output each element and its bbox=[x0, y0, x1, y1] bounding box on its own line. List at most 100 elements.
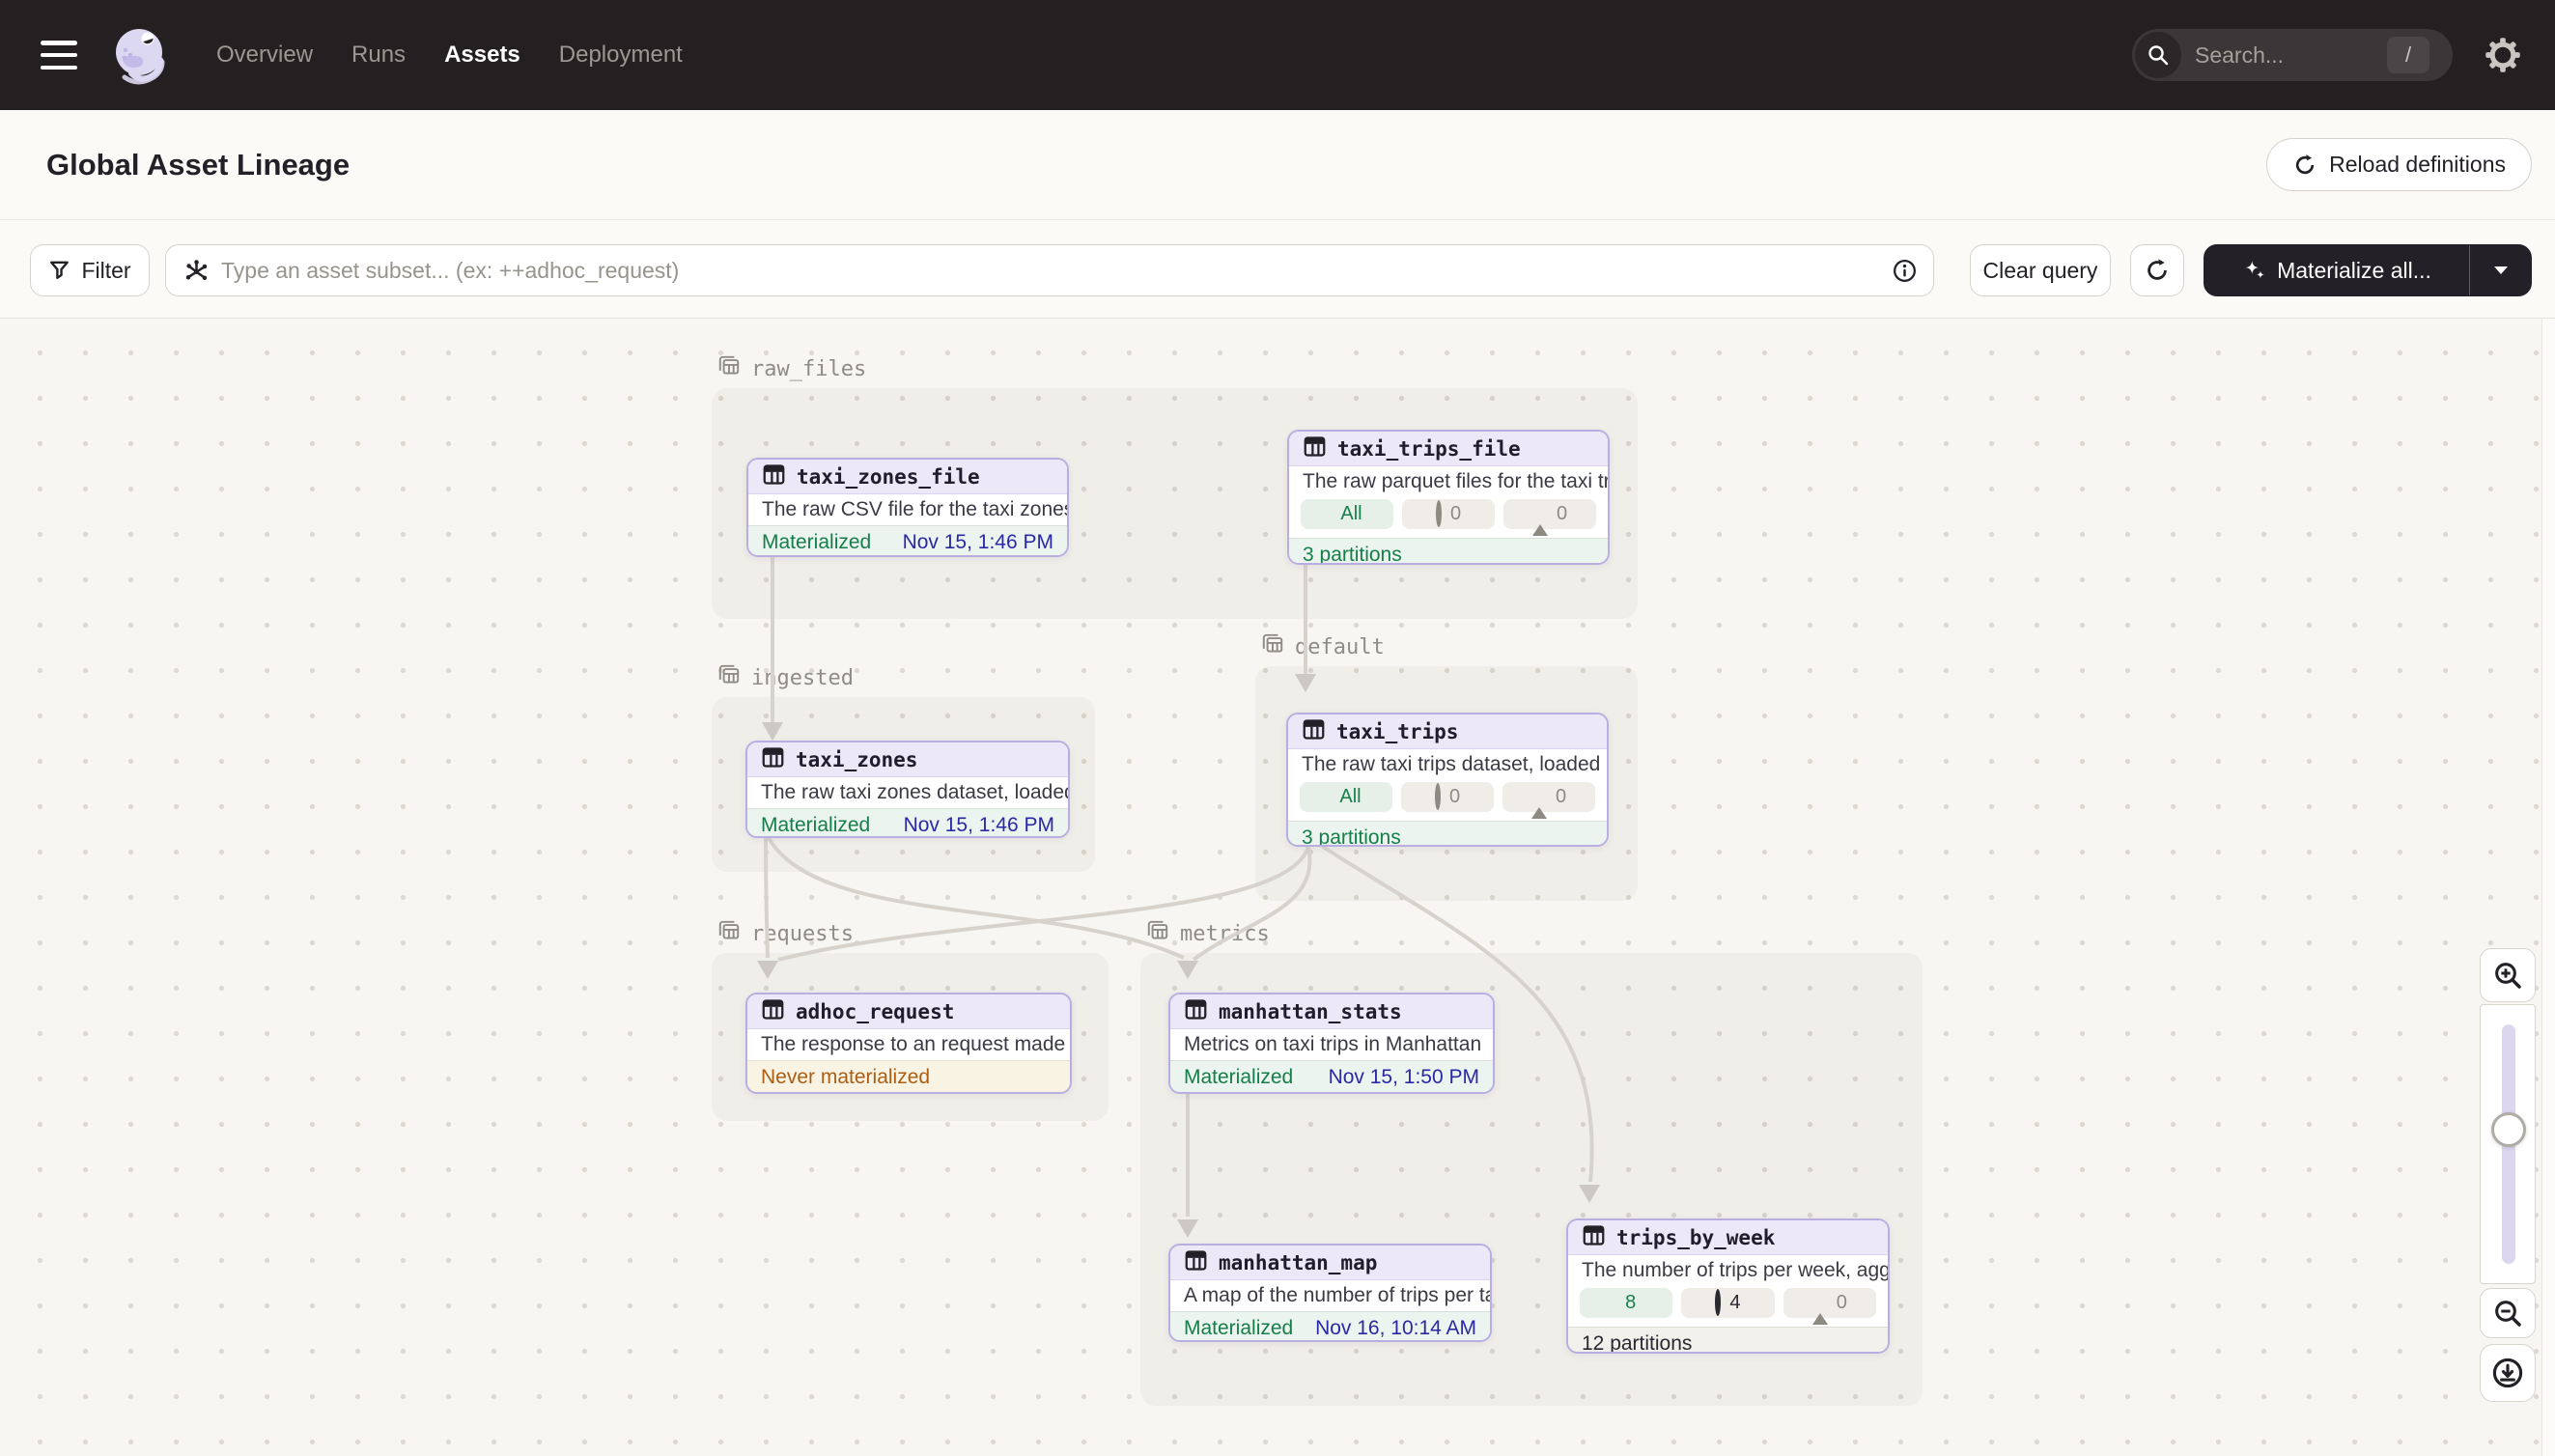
asset-name: adhoc_request bbox=[796, 1000, 954, 1023]
filter-button[interactable]: Filter bbox=[30, 244, 150, 296]
asset-graph-icon bbox=[183, 258, 210, 284]
search-input[interactable] bbox=[2195, 42, 2359, 69]
materialization-timestamp[interactable]: Nov 15, 1:50 PM bbox=[1329, 1066, 1479, 1089]
settings-gear-icon[interactable] bbox=[2485, 38, 2520, 72]
group-layers-icon bbox=[1145, 918, 1170, 949]
asset-node-manhattan_stats[interactable]: manhattan_stats Metrics on taxi trips in … bbox=[1168, 993, 1495, 1094]
group-layers-icon bbox=[716, 662, 742, 693]
search-icon bbox=[2135, 32, 2181, 78]
nav-item-runs[interactable]: Runs bbox=[351, 42, 406, 69]
group-layers-icon bbox=[716, 918, 742, 949]
asset-node-taxi_trips_file[interactable]: taxi_trips_file The raw parquet files for… bbox=[1287, 430, 1610, 565]
zoom-slider[interactable] bbox=[2480, 1004, 2536, 1284]
asset-group-label-requests[interactable]: requests bbox=[716, 918, 854, 949]
table-icon bbox=[762, 462, 786, 491]
materialization-status: 3 partitions bbox=[1302, 826, 1401, 848]
asset-status-footer: Materialized Nov 15, 1:46 PM bbox=[748, 525, 1067, 557]
circle-icon bbox=[1436, 503, 1442, 525]
table-icon bbox=[761, 997, 785, 1026]
triangle-icon bbox=[1532, 503, 1548, 525]
materialization-status: Materialized bbox=[762, 531, 871, 554]
asset-status-footer: Never materialized bbox=[747, 1060, 1070, 1093]
asset-group-label-default[interactable]: default bbox=[1260, 631, 1385, 662]
zoom-out-icon bbox=[2492, 1298, 2523, 1329]
materialize-all-main[interactable]: Materialize all... bbox=[2204, 245, 2469, 295]
asset-node-adhoc_request[interactable]: adhoc_requestThe response to an request … bbox=[745, 993, 1072, 1094]
table-icon bbox=[1302, 717, 1326, 746]
asset-description: The raw taxi zones dataset, loaded int..… bbox=[747, 777, 1068, 808]
asset-node-taxi_trips[interactable]: taxi_trips The raw taxi trips dataset, lo… bbox=[1286, 713, 1609, 847]
partition-badge-circle: 0 bbox=[1402, 499, 1495, 529]
asset-node-taxi_zones_file[interactable]: taxi_zones_fileThe raw CSV file for the … bbox=[746, 458, 1069, 557]
group-layers-icon bbox=[716, 353, 742, 384]
materialization-timestamp[interactable]: Nov 16, 10:14 AM bbox=[1315, 1317, 1476, 1340]
menu-icon[interactable] bbox=[41, 41, 77, 70]
info-icon[interactable] bbox=[1892, 258, 1918, 284]
asset-node-header: taxi_trips_file bbox=[1289, 432, 1608, 466]
zoom-slider-handle[interactable] bbox=[2491, 1112, 2526, 1147]
asset-node-header: manhattan_stats bbox=[1170, 994, 1493, 1029]
page-title: Global Asset Lineage bbox=[46, 148, 350, 182]
zoom-out-button[interactable] bbox=[2480, 1288, 2536, 1338]
table-icon bbox=[761, 745, 785, 774]
asset-description: Metrics on taxi trips in Manhattan bbox=[1170, 1029, 1493, 1060]
nav-item-deployment[interactable]: Deployment bbox=[559, 42, 683, 69]
download-image-button[interactable] bbox=[2480, 1344, 2536, 1402]
triangle-icon bbox=[1812, 1292, 1828, 1314]
group-layers-icon bbox=[1260, 631, 1285, 662]
search-shortcut-badge: / bbox=[2387, 37, 2429, 73]
asset-name: trips_by_week bbox=[1616, 1226, 1775, 1249]
filter-funnel-icon bbox=[48, 259, 71, 282]
dagster-logo-icon[interactable] bbox=[108, 23, 172, 87]
reload-definitions-button[interactable]: Reload definitions bbox=[2266, 138, 2532, 191]
materialization-timestamp[interactable]: Nov 15, 1:46 PM bbox=[904, 814, 1054, 837]
asset-node-manhattan_map[interactable]: manhattan_mapA map of the number of trip… bbox=[1168, 1244, 1492, 1342]
asset-node-trips_by_week[interactable]: trips_by_weekThe number of trips per wee… bbox=[1566, 1218, 1890, 1354]
asset-group-label-ingested[interactable]: ingested bbox=[716, 662, 854, 693]
asset-group-label-metrics[interactable]: metrics bbox=[1145, 918, 1270, 949]
top-nav: Overview Runs Assets Deployment / bbox=[0, 0, 2555, 110]
asset-description: The raw taxi trips dataset, loaded into … bbox=[1288, 749, 1607, 780]
partition-badge-triangle: 0 bbox=[1502, 782, 1595, 812]
clear-query-button[interactable]: Clear query bbox=[1970, 244, 2111, 296]
asset-group-label-raw_files[interactable]: raw_files bbox=[716, 353, 866, 384]
lineage-canvas[interactable]: raw_files ingested default requests metrics t… bbox=[0, 319, 2555, 1456]
table-icon bbox=[1303, 434, 1327, 463]
asset-subset-input-wrap[interactable] bbox=[165, 244, 1934, 296]
global-search[interactable]: / bbox=[2132, 29, 2453, 81]
partition-badge-dot: All bbox=[1300, 782, 1392, 812]
sparkle-icon bbox=[2242, 258, 2267, 283]
asset-status-footer: 3 partitions bbox=[1289, 538, 1608, 565]
refresh-button[interactable] bbox=[2130, 244, 2184, 296]
asset-node-taxi_zones[interactable]: taxi_zonesThe raw taxi zones dataset, lo… bbox=[745, 741, 1070, 838]
materialization-status: Materialized bbox=[1184, 1317, 1293, 1340]
asset-status-footer: Materialized Nov 15, 1:50 PM bbox=[1170, 1060, 1493, 1093]
materialization-status: 12 partitions bbox=[1582, 1332, 1692, 1355]
asset-name: taxi_trips_file bbox=[1337, 437, 1521, 461]
materialization-status: Materialized bbox=[1184, 1066, 1293, 1089]
asset-name: taxi_trips bbox=[1336, 720, 1458, 743]
partition-health-badges: 840 bbox=[1568, 1286, 1888, 1327]
asset-name: manhattan_stats bbox=[1219, 1000, 1402, 1023]
materialization-status: Materialized bbox=[761, 814, 870, 837]
page-header: Global Asset Lineage Reload definitions bbox=[0, 110, 2555, 220]
nav-item-overview[interactable]: Overview bbox=[216, 42, 313, 69]
zoom-in-button[interactable] bbox=[2480, 948, 2536, 1002]
nav-links: Overview Runs Assets Deployment bbox=[216, 42, 683, 69]
partition-health-badges: All00 bbox=[1289, 497, 1608, 538]
partition-badge-circle: 4 bbox=[1681, 1288, 1774, 1318]
refresh-icon bbox=[2144, 257, 2171, 284]
asset-subset-input[interactable] bbox=[221, 258, 1892, 284]
asset-status-footer: Materialized Nov 15, 1:46 PM bbox=[747, 808, 1068, 838]
materialization-status: Never materialized bbox=[761, 1066, 930, 1089]
materialize-dropdown-toggle[interactable] bbox=[2469, 245, 2531, 295]
nav-item-assets[interactable]: Assets bbox=[444, 42, 520, 69]
asset-description: The raw parquet files for the taxi trips… bbox=[1289, 466, 1608, 497]
download-icon bbox=[2491, 1357, 2524, 1389]
table-icon bbox=[1582, 1223, 1606, 1252]
asset-node-header: taxi_trips bbox=[1288, 714, 1607, 749]
materialization-timestamp[interactable]: Nov 15, 1:46 PM bbox=[903, 531, 1053, 554]
asset-node-header: taxi_zones_file bbox=[748, 460, 1067, 494]
materialize-all-button[interactable]: Materialize all... bbox=[2204, 244, 2532, 296]
table-icon bbox=[1184, 997, 1208, 1026]
